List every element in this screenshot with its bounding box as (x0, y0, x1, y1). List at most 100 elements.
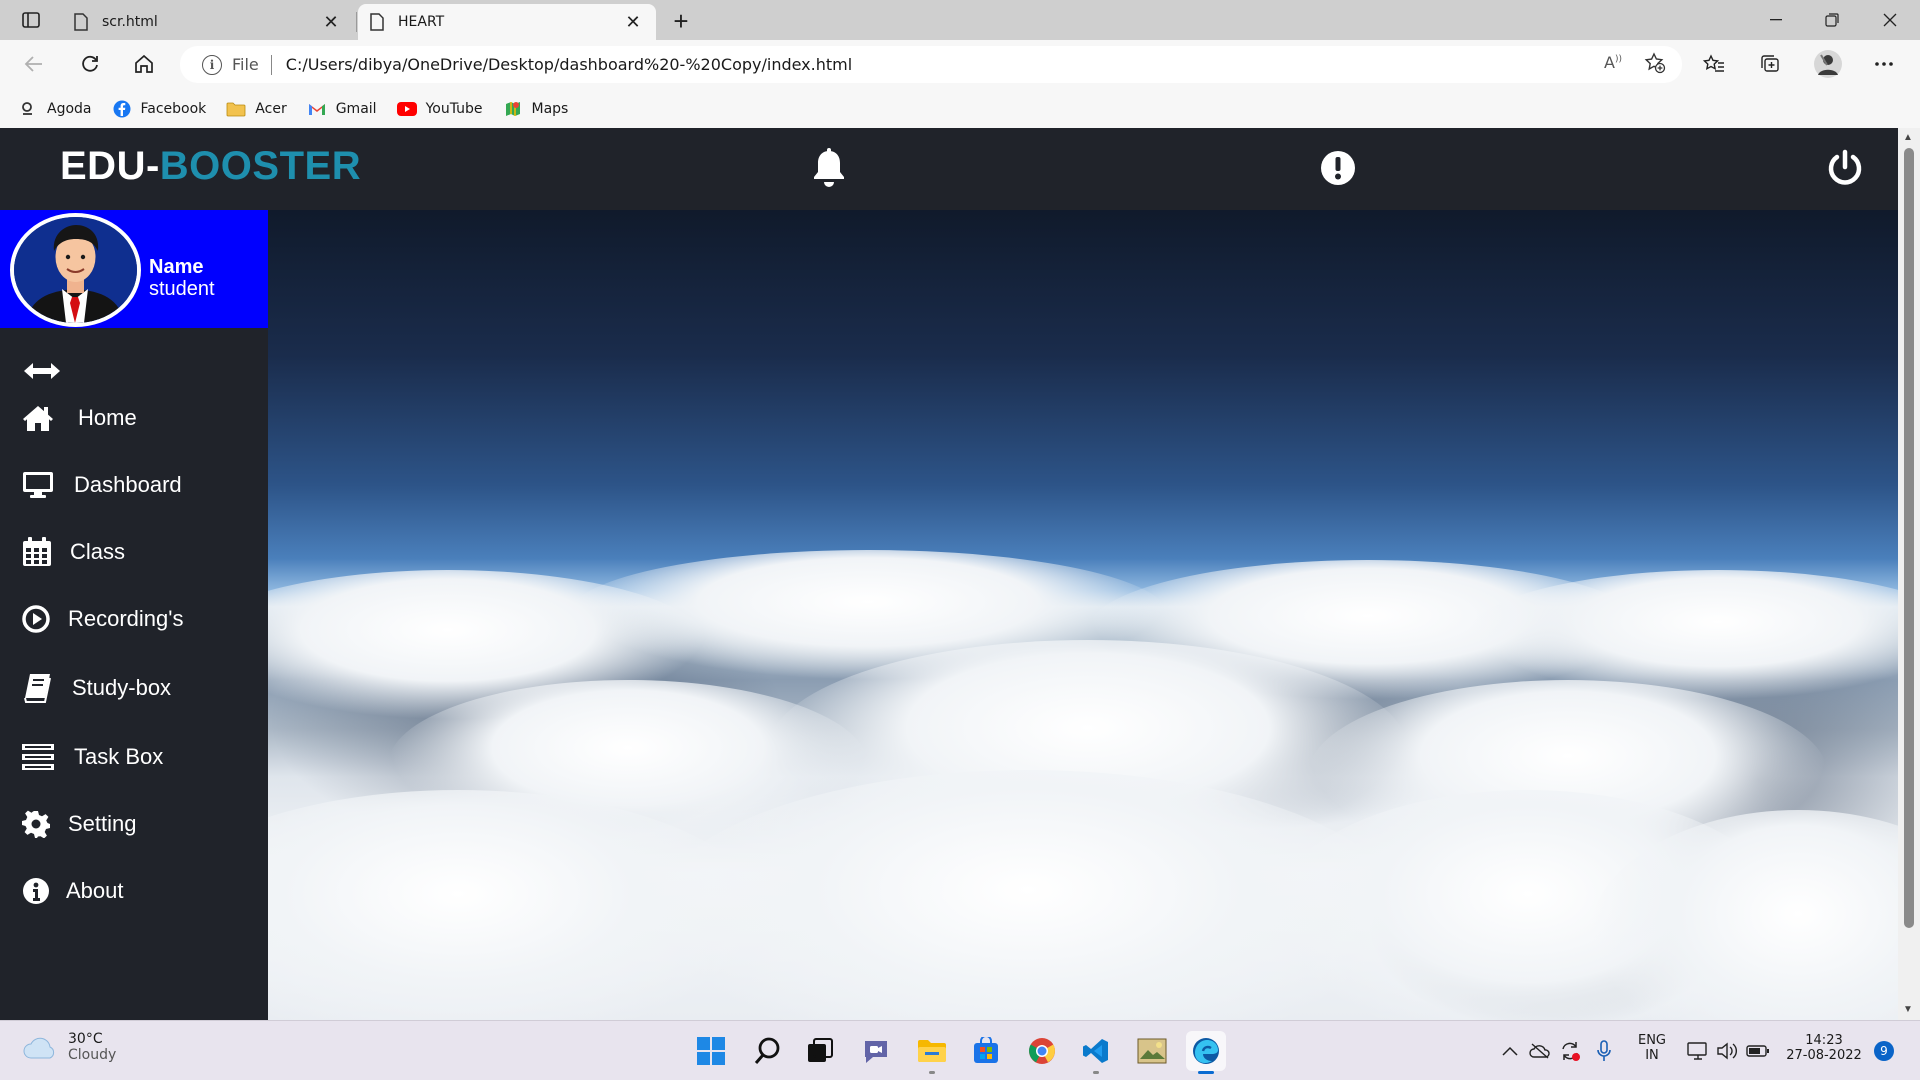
vscode-button[interactable] (1076, 1031, 1116, 1074)
chevron-up-icon[interactable] (1498, 1039, 1522, 1063)
home-icon (22, 401, 60, 435)
scroll-up-icon[interactable]: ▲ (1903, 132, 1913, 143)
language-indicator[interactable]: ENG IN (1632, 1033, 1672, 1063)
page-viewport: EDU-BOOSTER Name student Home Dashboard … (0, 128, 1920, 1020)
more-options-icon[interactable] (1866, 48, 1902, 80)
chrome-icon (1029, 1038, 1055, 1064)
hero-background-image (268, 210, 1898, 1020)
sidebar-toggle-arrows-icon[interactable] (22, 360, 66, 382)
alert-icon[interactable] (1316, 146, 1360, 190)
tab-title: HEART (398, 14, 445, 30)
gear-icon (22, 807, 60, 841)
bookmark-gmail[interactable]: Gmail (307, 99, 377, 119)
folder-icon (226, 99, 246, 119)
restore-icon[interactable] (1804, 0, 1860, 40)
task-view-button[interactable] (800, 1031, 840, 1071)
notification-badge[interactable]: 9 (1874, 1041, 1894, 1061)
minimize-icon[interactable] (1748, 0, 1804, 40)
bookmark-youtube[interactable]: YouTube (396, 99, 483, 119)
tab-close-icon[interactable]: ✕ (320, 11, 342, 33)
book-icon (22, 671, 60, 705)
weather-condition: Cloudy (68, 1047, 117, 1063)
collections-icon[interactable] (1752, 48, 1788, 80)
sidebar-item-class[interactable]: Class (22, 532, 125, 572)
volume-icon[interactable] (1716, 1039, 1740, 1063)
profile-role: student (149, 278, 215, 300)
weather-widget[interactable]: 30°C Cloudy (22, 1031, 116, 1063)
search-taskbar-button[interactable] (748, 1031, 788, 1071)
sidebar-item-label: Recording's (68, 606, 184, 631)
sidebar-item-label: About (66, 878, 124, 903)
start-button[interactable] (691, 1031, 731, 1071)
bookmark-facebook[interactable]: Facebook (112, 99, 207, 119)
vscode-icon (1083, 1039, 1108, 1063)
language-code: ENG (1637, 1033, 1666, 1048)
sidebar-item-label: Study-box (72, 675, 172, 700)
microphone-icon[interactable] (1592, 1039, 1616, 1063)
network-icon[interactable] (1686, 1039, 1710, 1063)
new-tab-icon[interactable]: + (666, 6, 696, 36)
task-view-icon (808, 1038, 833, 1062)
read-aloud-icon[interactable]: A)) (1604, 53, 1622, 72)
tab-actions-icon[interactable] (14, 8, 48, 32)
battery-icon[interactable] (1746, 1039, 1770, 1063)
sidebar-item-recordings[interactable]: Recording's (22, 599, 183, 639)
power-icon[interactable] (1823, 146, 1867, 190)
bell-icon[interactable] (807, 146, 851, 190)
scrollbar-thumb[interactable] (1904, 148, 1914, 928)
profile-name: Name (149, 256, 204, 278)
bookmark-agoda[interactable]: Agoda (18, 99, 92, 119)
sidebar-item-label: Dashboard (74, 472, 182, 497)
sync-icon[interactable] (1558, 1039, 1582, 1063)
bookmark-label: Agoda (47, 100, 92, 117)
home-browser-icon[interactable] (126, 48, 162, 80)
youtube-icon (396, 99, 417, 119)
edge-button[interactable] (1186, 1031, 1226, 1074)
favorites-icon[interactable] (1696, 48, 1732, 80)
onedrive-offline-icon[interactable] (1528, 1039, 1552, 1063)
address-url[interactable]: C:/Users/dibya/OneDrive/Desktop/dashboar… (286, 55, 852, 74)
windows-logo-icon (697, 1037, 725, 1065)
tab-close-icon[interactable]: ✕ (622, 11, 644, 33)
sidebar-item-setting[interactable]: Setting (22, 804, 137, 844)
image-viewer-icon (1137, 1038, 1167, 1064)
file-explorer-button[interactable] (912, 1031, 952, 1074)
bookmark-acer[interactable]: Acer (226, 99, 287, 119)
teams-chat-button[interactable] (856, 1031, 896, 1071)
scroll-down-icon[interactable]: ▼ (1903, 1004, 1913, 1015)
avatar[interactable] (10, 213, 141, 327)
clock[interactable]: 14:23 27-08-2022 (1780, 1033, 1868, 1063)
brand-logo[interactable]: EDU-BOOSTER (60, 144, 361, 189)
image-app-button[interactable] (1132, 1031, 1172, 1071)
back-icon[interactable] (16, 48, 52, 80)
site-info-icon[interactable]: i (202, 54, 222, 75)
page-scrollbar[interactable]: ▲ ▼ (1898, 128, 1920, 1020)
microsoft-store-button[interactable] (966, 1031, 1006, 1071)
close-window-icon[interactable] (1862, 0, 1918, 40)
sidebar-item-task-box[interactable]: Task Box (22, 737, 163, 777)
running-indicator (1198, 1071, 1214, 1074)
address-bar[interactable]: i File C:/Users/dibya/OneDrive/Desktop/d… (180, 46, 1682, 83)
sidebar-item-about[interactable]: About (22, 871, 124, 911)
tab-divider (356, 12, 357, 32)
sidebar-item-label: Class (70, 539, 126, 564)
folder-icon (918, 1040, 946, 1062)
sidebar: Name student Home Dashboard Class Record… (0, 210, 268, 1020)
sidebar-item-home[interactable]: Home (22, 398, 137, 438)
sidebar-item-study-box[interactable]: Study-box (22, 668, 171, 708)
running-indicator (929, 1071, 935, 1074)
profile-avatar-icon[interactable] (1810, 48, 1846, 80)
cloud-icon (23, 1037, 55, 1059)
bookmark-label: Facebook (140, 100, 207, 117)
add-favorite-icon[interactable] (1644, 52, 1666, 79)
chrome-button[interactable] (1022, 1031, 1062, 1071)
list-icon (22, 740, 60, 774)
app-header: EDU-BOOSTER (0, 128, 1898, 210)
gmail-icon (307, 99, 327, 119)
refresh-icon[interactable] (72, 48, 108, 80)
chat-icon (865, 1041, 887, 1063)
tab-scr-html[interactable]: scr.html ✕ (62, 4, 354, 40)
sidebar-item-dashboard[interactable]: Dashboard (22, 465, 182, 505)
tab-heart[interactable]: HEART ✕ (358, 4, 656, 40)
bookmark-maps[interactable]: Maps (503, 99, 568, 119)
